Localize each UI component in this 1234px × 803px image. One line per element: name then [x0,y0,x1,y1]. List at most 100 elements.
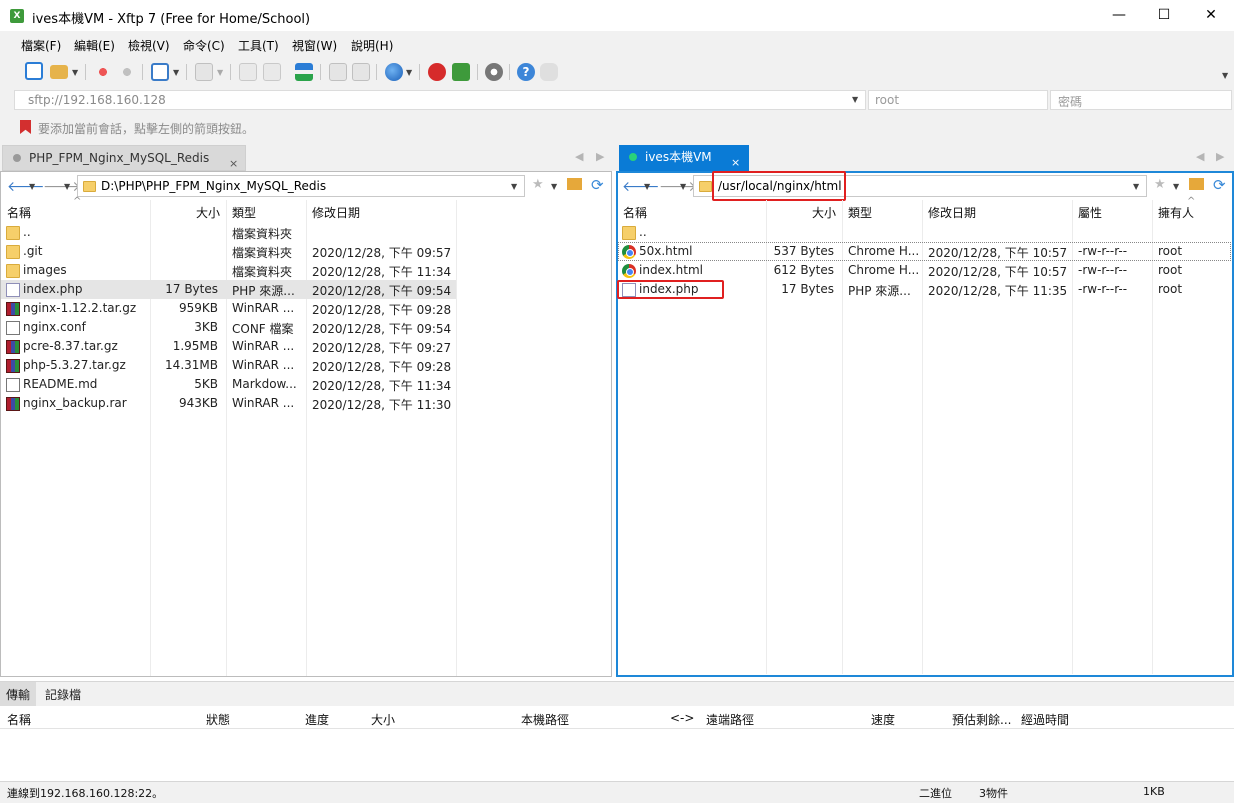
menu-command[interactable]: 命令(C) [183,37,225,54]
menu-view[interactable]: 檢視(V) [128,37,170,54]
xftp-icon[interactable] [452,63,470,81]
home-folder-icon[interactable] [1189,178,1204,190]
file-type: WinRAR ... [232,339,295,353]
col-header-name[interactable]: 名稱 [7,204,31,221]
menu-edit[interactable]: 編輯(E) [74,37,115,54]
forward-arrow-icon[interactable]: 🡒 [43,178,81,195]
chevron-down-icon[interactable]: ▼ [1173,182,1179,191]
file-size: 537 Bytes [773,244,834,258]
menu-help[interactable]: 說明(H) [351,37,393,54]
chevron-down-icon[interactable]: ▼ [551,182,557,191]
help-icon[interactable]: ? [517,63,535,81]
list-item[interactable] [618,223,1231,242]
minimize-button[interactable]: — [1096,0,1142,31]
back-arrow-icon[interactable]: 🡐 [7,178,45,195]
chevron-down-icon[interactable]: ▼ [173,68,179,77]
col-header-date[interactable]: 修改日期 [312,204,360,221]
chevron-down-icon[interactable]: ▼ [64,182,70,191]
transfer-col-size[interactable]: 大小 [371,711,395,728]
transfer-col-eta[interactable]: 預估剩餘... [952,711,1011,728]
file-date: 2020/12/28, 下午 11:35 [928,284,1068,298]
transfer-icon[interactable] [295,63,313,81]
tab-next-icon[interactable]: ▶ [596,150,604,163]
tab-next-icon[interactable]: ▶ [1216,150,1224,163]
terminal-icon[interactable] [195,63,213,81]
refresh-icon[interactable]: ⟳ [1213,176,1226,194]
col-header-name[interactable]: 名稱 [623,204,647,221]
file-date: 2020/12/28, 下午 09:27 [312,341,452,355]
list-item[interactable] [618,242,1231,261]
list-item[interactable] [618,261,1231,280]
chevron-down-icon[interactable]: ▼ [852,95,858,104]
chevron-down-icon[interactable]: ▼ [511,182,517,191]
chevron-down-icon[interactable]: ▼ [29,182,35,191]
file-type: Chrome H... [848,244,920,258]
transfer-mode: 二進位 [919,787,952,800]
tab-transfer[interactable]: 傳輸 [6,686,30,703]
bottom-tabs [0,681,1234,706]
chevron-down-icon[interactable]: ▼ [217,68,223,77]
transfer-list [0,729,1234,781]
tab-log[interactable]: 記錄檔 [45,686,81,703]
toolbar-separator [509,64,510,80]
file-highlight-box [617,280,724,299]
chat-icon[interactable] [540,63,558,81]
transfer-col-status[interactable]: 狀態 [206,711,230,728]
list-item[interactable] [1,223,456,242]
new-session-icon[interactable] [25,62,43,80]
toolbar-overflow-icon[interactable]: ▼ [1222,71,1228,80]
transfer-col-local-path[interactable]: 本機路徑 [521,711,569,728]
tab-prev-icon[interactable]: ◀ [575,150,583,163]
gear-icon[interactable] [485,63,503,81]
tab-remote[interactable]: ives本機VM × [619,145,749,171]
file-date: 2020/12/28, 下午 11:30 [312,398,452,412]
file-date: 2020/12/28, 下午 10:57 [928,246,1068,260]
total-size: 1KB [1143,785,1165,798]
transfer-col-speed[interactable]: 速度 [871,711,895,728]
paste-icon[interactable] [263,63,281,81]
star-icon[interactable]: ★ [532,177,544,192]
menu-file[interactable]: 檔案(F) [21,37,61,54]
tab-prev-icon[interactable]: ◀ [1196,150,1204,163]
chevron-down-icon[interactable]: ▼ [72,68,78,77]
menu-tools[interactable]: 工具(T) [238,37,279,54]
chevron-down-icon[interactable]: ▼ [406,68,412,77]
file-size: 959KB [178,301,218,315]
chevron-down-icon[interactable]: ▼ [1133,182,1139,191]
col-header-attributes[interactable]: 屬性 [1078,204,1102,221]
print-icon[interactable] [329,63,347,81]
properties-icon[interactable] [352,63,370,81]
star-icon[interactable]: ★ [1154,177,1166,192]
globe-icon[interactable] [385,63,403,81]
file-date: 2020/12/28, 下午 11:34 [312,265,452,279]
file-attributes: -rw-r--r-- [1078,244,1128,258]
refresh-icon[interactable]: ⟳ [591,176,604,194]
home-folder-icon[interactable] [567,178,582,190]
transfer-col-elapsed[interactable]: 經過時間 [1021,711,1069,728]
col-header-type[interactable]: 類型 [848,204,872,221]
tab-local[interactable]: PHP_FPM_Nginx_MySQL_Redis × [2,145,246,171]
maximize-button[interactable]: ☐ [1141,0,1187,31]
back-arrow-icon[interactable]: 🡐 [622,178,660,195]
open-folder-icon[interactable] [50,65,68,79]
transfer-col-direction[interactable]: <-> [670,711,694,725]
col-header-date[interactable]: 修改日期 [928,204,976,221]
close-button[interactable]: ✕ [1188,0,1234,31]
reconnect-icon[interactable] [118,63,136,81]
col-header-type[interactable]: 類型 [232,204,256,221]
transfer-col-progress[interactable]: 進度 [305,711,329,728]
xshell-icon[interactable] [428,63,446,81]
chevron-down-icon[interactable]: ▼ [644,182,650,191]
menu-window[interactable]: 視窗(W) [292,37,337,54]
toolbar-separator [142,64,143,80]
col-header-size[interactable]: 大小 [812,204,836,221]
chevron-down-icon[interactable]: ▼ [680,182,686,191]
new-window-icon[interactable] [151,63,169,81]
col-header-size[interactable]: 大小 [196,204,220,221]
toolbar-separator [376,64,377,80]
copy-icon[interactable] [239,63,257,81]
transfer-col-name[interactable]: 名稱 [7,711,31,728]
transfer-col-remote-path[interactable]: 遠端路徑 [706,711,754,728]
disconnect-icon[interactable] [94,63,112,81]
forward-arrow-icon[interactable]: 🡒 [659,178,697,195]
